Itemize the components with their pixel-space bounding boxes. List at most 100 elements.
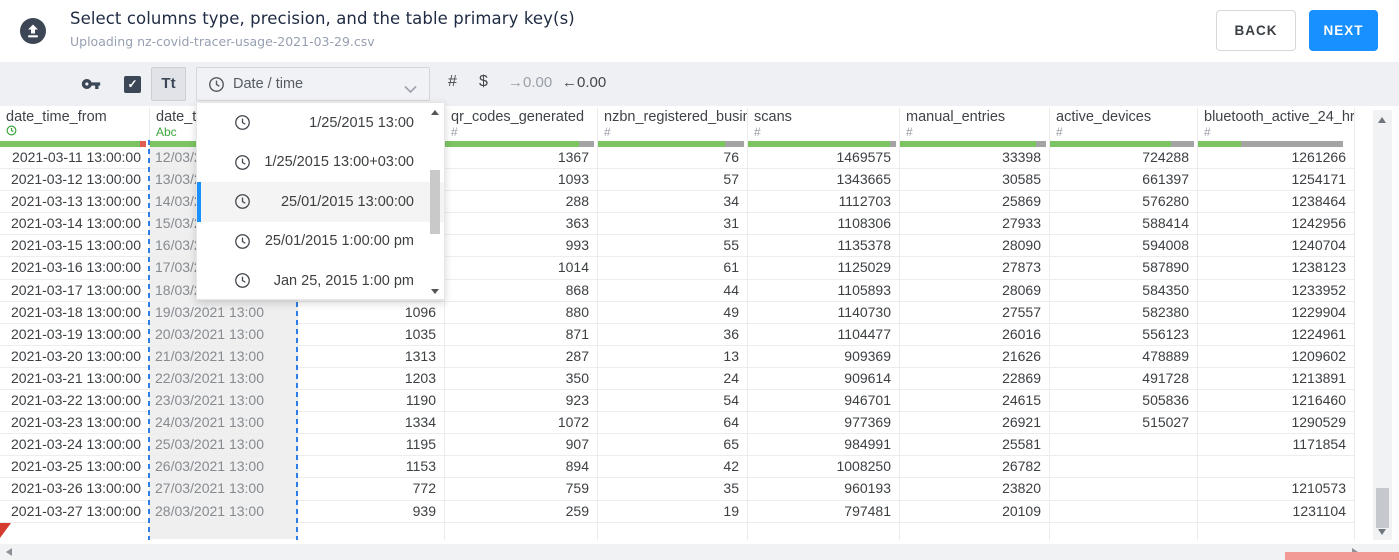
table-cell[interactable]: 515027 <box>1050 412 1197 435</box>
table-cell[interactable]: 21626 <box>900 346 1049 368</box>
primary-key-icon[interactable] <box>80 74 102 94</box>
table-cell[interactable]: 65 <box>598 434 747 457</box>
table-cell[interactable]: 584350 <box>1050 280 1197 302</box>
table-cell[interactable]: 1313 <box>298 346 444 368</box>
table-cell[interactable]: 55 <box>598 235 747 258</box>
table-cell[interactable]: 1153 <box>298 456 444 479</box>
table-cell[interactable]: 556123 <box>1050 324 1197 346</box>
table-cell[interactable]: 363 <box>445 213 597 236</box>
table-cell[interactable]: 2021-03-26 13:00:00 <box>0 478 149 501</box>
table-cell[interactable]: 1190 <box>298 390 444 413</box>
table-cell[interactable]: 1203 <box>298 368 444 391</box>
table-cell[interactable]: 582380 <box>1050 302 1197 324</box>
table-cell[interactable]: 1210573 <box>1198 478 1354 501</box>
date-format-option[interactable]: 1/25/2015 13:00+03:00 <box>197 143 444 183</box>
table-cell[interactable]: 772 <box>298 478 444 501</box>
table-cell[interactable]: 871 <box>445 324 597 346</box>
column-header[interactable]: scans <box>748 108 899 125</box>
table-cell[interactable]: 20109 <box>900 501 1049 523</box>
table-cell[interactable]: 984991 <box>748 434 899 457</box>
table-cell[interactable]: 1125029 <box>748 257 899 280</box>
table-cell[interactable]: 24/03/2021 13:00 <box>150 412 297 435</box>
table-cell[interactable]: 61 <box>598 257 747 280</box>
table-cell[interactable]: 288 <box>445 191 597 214</box>
table-cell[interactable]: 1096 <box>298 302 444 324</box>
table-cell[interactable]: 1254171 <box>1198 169 1354 192</box>
table-cell[interactable]: 28069 <box>900 280 1049 302</box>
table-cell[interactable]: 1112703 <box>748 191 899 214</box>
table-cell[interactable]: 1238464 <box>1198 191 1354 214</box>
table-cell[interactable] <box>1198 456 1354 479</box>
table-cell[interactable] <box>1050 434 1197 457</box>
table-cell[interactable]: 2021-03-19 13:00:00 <box>0 324 149 346</box>
table-cell[interactable]: 907 <box>445 434 597 457</box>
table-cell[interactable]: 1290529 <box>1198 412 1354 435</box>
table-cell[interactable]: 20/03/2021 13:00 <box>150 323 297 346</box>
table-cell[interactable]: 34 <box>598 191 747 214</box>
horizontal-scrollbar[interactable] <box>0 544 1399 560</box>
table-cell[interactable]: 2021-03-25 13:00:00 <box>0 456 149 479</box>
table-cell[interactable]: 1104477 <box>748 324 899 346</box>
table-cell[interactable] <box>1050 478 1197 501</box>
table-cell[interactable]: 26782 <box>900 456 1049 479</box>
table-cell[interactable]: 23820 <box>900 478 1049 501</box>
table-cell[interactable]: 1334 <box>298 412 444 435</box>
table-cell[interactable]: 588414 <box>1050 213 1197 236</box>
decimal-right-button[interactable]: →0.00 <box>508 74 552 91</box>
table-cell[interactable]: 24 <box>598 368 747 391</box>
integer-type-button[interactable]: # <box>448 73 457 91</box>
table-cell[interactable]: 1035 <box>298 324 444 346</box>
table-cell[interactable]: 2021-03-21 13:00:00 <box>0 368 149 391</box>
column-header[interactable]: qr_codes_generated <box>445 108 597 125</box>
vertical-scroll-thumb[interactable] <box>1376 488 1389 528</box>
table-cell[interactable]: 22/03/2021 13:00 <box>150 367 297 391</box>
table-cell[interactable]: 2021-03-13 13:00:00 <box>0 191 149 214</box>
dropdown-scroll-thumb[interactable] <box>430 170 440 234</box>
column-header[interactable]: bluetooth_active_24_hr_ <box>1198 108 1354 125</box>
table-cell[interactable]: 1093 <box>445 169 597 192</box>
table-cell[interactable]: 1261266 <box>1198 147 1354 170</box>
table-cell[interactable]: 1238123 <box>1198 257 1354 280</box>
table-cell[interactable]: 2021-03-16 13:00:00 <box>0 257 149 280</box>
table-cell[interactable]: 25/03/2021 13:00 <box>150 434 297 457</box>
table-cell[interactable]: 76 <box>598 147 747 170</box>
table-cell[interactable]: 2021-03-27 13:00:00 <box>0 501 149 523</box>
table-cell[interactable]: 894 <box>445 456 597 479</box>
table-cell[interactable]: 350 <box>445 368 597 391</box>
table-cell[interactable]: 576280 <box>1050 191 1197 214</box>
table-cell[interactable]: 2021-03-24 13:00:00 <box>0 434 149 457</box>
table-cell[interactable]: 946701 <box>748 390 899 413</box>
table-cell[interactable]: 1135378 <box>748 235 899 258</box>
scroll-up-arrow-icon[interactable] <box>431 110 439 115</box>
table-cell[interactable]: 1213891 <box>1198 368 1354 391</box>
table-cell[interactable]: 1229904 <box>1198 302 1354 324</box>
table-cell[interactable]: 26016 <box>900 324 1049 346</box>
table-cell[interactable]: 724288 <box>1050 147 1197 170</box>
table-cell[interactable]: 880 <box>445 302 597 324</box>
table-cell[interactable]: 42 <box>598 456 747 479</box>
table-cell[interactable]: 19/03/2021 13:00 <box>150 301 297 324</box>
date-format-option[interactable]: 25/01/2015 13:00:00 <box>197 182 444 222</box>
table-cell[interactable]: 868 <box>445 280 597 302</box>
table-cell[interactable]: 594008 <box>1050 235 1197 258</box>
scroll-left-arrow-icon[interactable] <box>6 548 12 556</box>
table-cell[interactable]: 2021-03-11 13:00:00 <box>0 147 149 170</box>
table-cell[interactable]: 759 <box>445 478 597 501</box>
table-cell[interactable]: 64 <box>598 412 747 435</box>
table-cell[interactable]: 478889 <box>1050 346 1197 368</box>
table-cell[interactable]: 1233952 <box>1198 280 1354 302</box>
table-cell[interactable]: 939 <box>298 501 444 523</box>
table-cell[interactable] <box>1050 501 1197 523</box>
column-header[interactable]: manual_entries <box>900 108 1049 125</box>
date-format-option[interactable]: 25/01/2015 1:00:00 pm <box>197 222 444 262</box>
table-cell[interactable]: 54 <box>598 390 747 413</box>
table-cell[interactable]: 287 <box>445 346 597 368</box>
table-cell[interactable]: 661397 <box>1050 169 1197 192</box>
table-cell[interactable]: 2021-03-12 13:00:00 <box>0 169 149 192</box>
table-cell[interactable]: 1072 <box>445 412 597 435</box>
column-header[interactable]: active_devices <box>1050 108 1197 125</box>
vertical-scrollbar[interactable] <box>1373 110 1392 540</box>
table-cell[interactable]: 1240704 <box>1198 235 1354 258</box>
table-cell[interactable]: 1469575 <box>748 147 899 170</box>
table-cell[interactable]: 23/03/2021 13:00 <box>150 390 297 413</box>
